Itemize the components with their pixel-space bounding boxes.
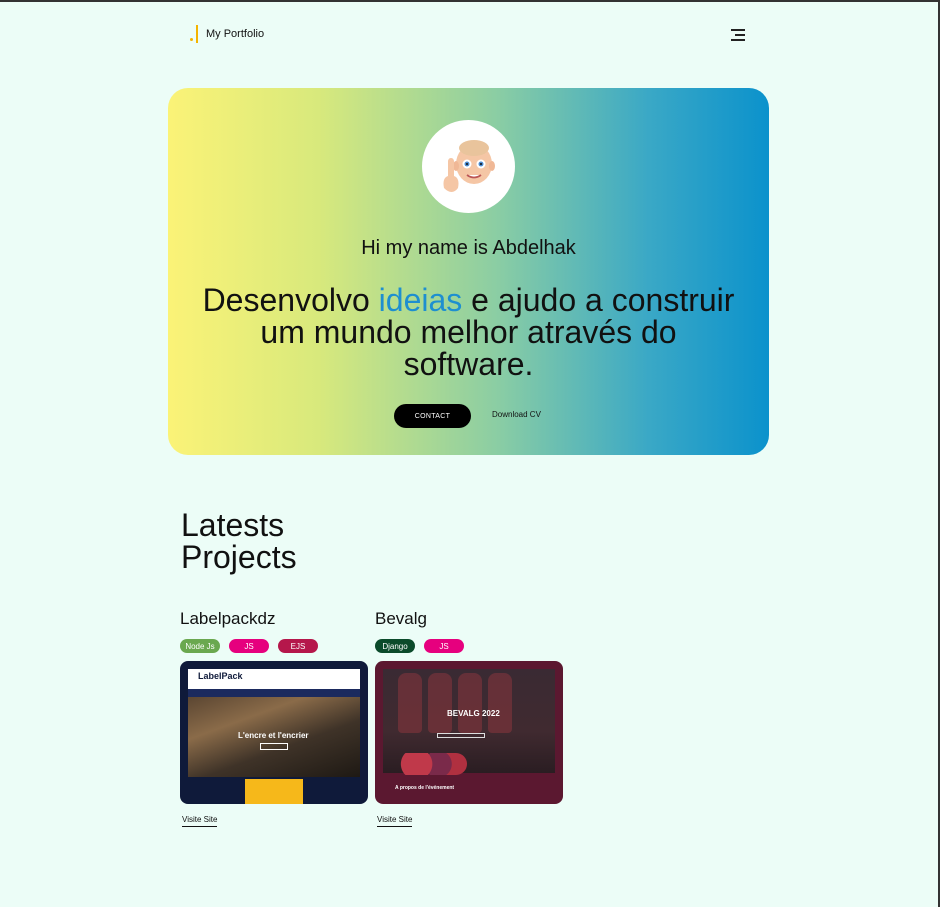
project-card-labelpackdz: Labelpackdz Node Js JS EJS LabelPack L'e… <box>180 609 368 827</box>
tag: Node Js <box>180 639 220 653</box>
projects-section-title: Latests Projects <box>181 509 297 573</box>
section-title-line2: Projects <box>181 539 297 575</box>
project-tags: Node Js JS EJS <box>180 639 368 653</box>
hamburger-menu-icon[interactable] <box>727 26 745 42</box>
project-thumbnail[interactable]: LabelPack L'encre et l'encrier <box>180 661 368 804</box>
thumb-logo: LabelPack <box>198 671 243 681</box>
tag: EJS <box>278 639 318 653</box>
thumb-cta <box>437 733 485 738</box>
thumb-brand: BEVALG 2022 <box>447 709 500 718</box>
thumb-brand-year: 2022 <box>481 709 500 718</box>
project-card-bevalg: Bevalg Django JS BEVALG 2022 A propos de… <box>375 609 563 827</box>
thumb-features <box>188 779 360 804</box>
hero-title-start: Desenvolvo <box>202 282 379 318</box>
hero-card: Hi my name is Abdelhak Desenvolvo ideias… <box>168 88 769 455</box>
thumb-headline: L'encre et l'encrier <box>238 731 309 740</box>
hero-title: Desenvolvo ideias e ajudo a construir um… <box>198 284 739 380</box>
brand-name: My Portfolio <box>206 28 265 40</box>
avatar <box>422 120 515 213</box>
thumb-brand-name: BEVALG <box>447 709 480 718</box>
visit-site-link[interactable]: Visite Site <box>377 815 413 827</box>
thumb-nav <box>188 689 360 697</box>
thumb-bottles <box>395 673 515 733</box>
memoji-avatar-icon <box>443 139 495 192</box>
tag: Django <box>375 639 415 653</box>
top-bar: My Portfolio <box>190 22 745 46</box>
project-name: Bevalg <box>375 609 427 628</box>
thumb-about: A propos de l'événement <box>395 785 455 791</box>
brand-logo-icon <box>190 25 200 43</box>
brand-link[interactable]: My Portfolio <box>190 25 264 43</box>
thumb-berries <box>395 753 467 775</box>
visit-site-link[interactable]: Visite Site <box>182 815 218 827</box>
thumb-cta <box>260 743 288 750</box>
project-thumbnail[interactable]: BEVALG 2022 A propos de l'événement <box>375 661 563 804</box>
hero-title-highlight: ideias <box>378 282 463 318</box>
project-tags: Django JS <box>375 639 563 653</box>
section-title-line1: Latests <box>181 507 285 543</box>
hero-greeting: Hi my name is Abdelhak <box>361 237 576 259</box>
contact-button[interactable]: CONTACT <box>394 404 471 428</box>
tag: JS <box>424 639 464 653</box>
download-cv-link[interactable]: Download CV <box>492 410 541 419</box>
tag: JS <box>229 639 269 653</box>
project-name: Labelpackdz <box>180 609 276 628</box>
hero-actions: CONTACT Download CV <box>168 404 769 428</box>
